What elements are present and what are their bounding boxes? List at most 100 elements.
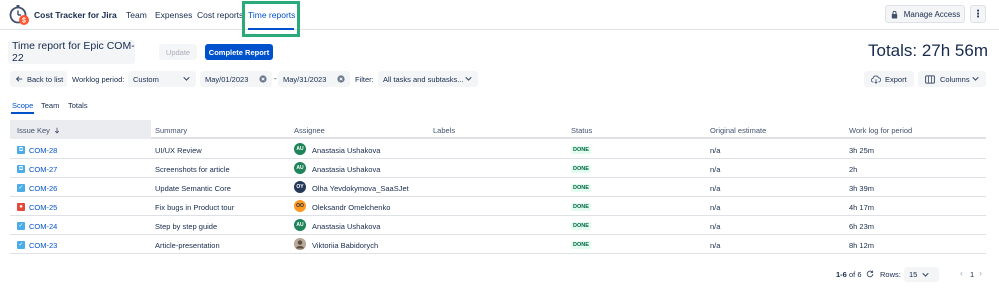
manage-access-button[interactable]: Manage Access: [885, 5, 965, 23]
period-select[interactable]: Custom: [128, 71, 196, 87]
summary-cell: Update Semantic Core: [155, 184, 231, 193]
tab-totals[interactable]: Totals: [68, 101, 88, 110]
complete-report-button[interactable]: Complete Report: [205, 44, 273, 60]
current-page[interactable]: 1: [970, 270, 974, 279]
refresh-icon[interactable]: [866, 270, 874, 278]
assignee-name: Oleksandr Omelchenko: [312, 203, 391, 212]
assignee-name: Anastasia Ushakova: [312, 146, 381, 155]
table-row: ✓ COM-26 Update Semantic Core OY Olha Ye…: [10, 178, 986, 197]
rows-per-page-value: 15: [909, 270, 918, 279]
filter-select[interactable]: All tasks and subtasks...: [378, 71, 478, 87]
top-navigation: $ Cost Tracker for Jira Team Expenses Co…: [0, 0, 999, 37]
issue-key-link[interactable]: COM-23: [29, 241, 57, 250]
chevron-down-icon: [183, 76, 190, 81]
summary-cell: Step by step guide: [155, 222, 218, 231]
table-bottom-divider: [10, 253, 986, 254]
issue-key-link[interactable]: COM-25: [29, 203, 57, 212]
original-estimate-cell: n/a: [710, 146, 721, 155]
original-estimate-cell: n/a: [710, 241, 721, 250]
page-title: Time report for Epic COM-22: [8, 40, 135, 64]
table-row: ● COM-25 Fix bugs in Product tour OO Ole…: [10, 197, 986, 216]
table-row: ⧉ COM-28 UI/UX Review AU Anastasia Ushak…: [10, 140, 986, 159]
task-icon: ✓: [17, 184, 25, 192]
previous-page-button[interactable]: ‹: [960, 268, 963, 278]
issue-key-link[interactable]: COM-26: [29, 184, 57, 193]
issue-key-link[interactable]: COM-28: [29, 146, 57, 155]
column-title: Issue Key: [17, 126, 50, 135]
columns-icon: [925, 74, 935, 84]
table-header: Issue Key Summary Assignee Labels Status…: [10, 120, 986, 139]
worklog-period-label: Worklog period:: [72, 75, 125, 84]
column-header-status[interactable]: Status: [571, 126, 592, 135]
tab-team[interactable]: Team: [41, 101, 59, 110]
svg-text:$: $: [22, 18, 26, 25]
column-header-labels[interactable]: Labels: [433, 126, 455, 135]
highlight-frame: [242, 1, 300, 37]
lock-icon: [891, 10, 897, 19]
column-header-issue-key[interactable]: Issue Key: [17, 126, 60, 135]
nav-link-expenses[interactable]: Expenses: [155, 10, 192, 20]
status-badge: DONE: [571, 222, 591, 230]
arrow-down-icon: [54, 127, 60, 134]
chevron-down-icon: [972, 76, 979, 81]
clear-icon[interactable]: [259, 75, 267, 83]
nav-link-team[interactable]: Team: [126, 10, 147, 20]
avatar: AU: [294, 162, 306, 174]
summary-cell: Screenshots for article: [155, 165, 230, 174]
assignee-name: Viktoriia Babidorych: [312, 241, 379, 250]
original-estimate-cell: n/a: [710, 184, 721, 193]
rows-per-page-select[interactable]: 15: [904, 267, 939, 282]
avatar: [294, 238, 306, 250]
rows-per-page-label: Rows:: [880, 270, 901, 279]
filter-label: Filter:: [355, 75, 374, 84]
arrow-left-icon: [15, 76, 23, 82]
issue-key-link[interactable]: COM-27: [29, 165, 57, 174]
pagination-range: 1-6: [836, 270, 847, 279]
status-badge: DONE: [571, 165, 591, 173]
original-estimate-cell: n/a: [710, 165, 721, 174]
export-button[interactable]: Export: [864, 71, 914, 87]
back-to-list-button[interactable]: Back to list: [10, 71, 67, 87]
task-icon: ✓: [17, 222, 25, 230]
clear-icon[interactable]: [337, 75, 345, 83]
column-header-summary[interactable]: Summary: [155, 126, 187, 135]
nav-link-cost-reports[interactable]: Cost reports: [197, 10, 243, 20]
export-label: Export: [885, 74, 907, 84]
pagination-total: of 6: [849, 270, 862, 279]
work-log-cell: 3h 39m: [849, 184, 875, 193]
cloud-download-icon: [871, 75, 881, 84]
avatar: AU: [294, 143, 306, 155]
date-from-input[interactable]: May/01/2023: [200, 71, 272, 87]
user-photo-icon: [294, 238, 306, 250]
active-tab-indicator: [11, 112, 34, 114]
assignee-name: Olha Yevdokymova_SaaSJet: [312, 184, 409, 193]
column-header-original-estimate[interactable]: Original estimate: [710, 126, 766, 135]
issue-key-link[interactable]: COM-24: [29, 222, 57, 231]
avatar: OY: [294, 181, 306, 193]
update-button[interactable]: Update: [159, 44, 197, 60]
more-options-button[interactable]: ⋮: [970, 5, 986, 23]
work-log-cell: 2h: [849, 165, 858, 174]
columns-button[interactable]: Columns: [918, 71, 986, 87]
tab-scope[interactable]: Scope: [12, 101, 33, 110]
avatar: AU: [294, 219, 306, 231]
status-badge: DONE: [571, 203, 591, 211]
status-badge: DONE: [571, 146, 591, 154]
period-value: Custom: [133, 74, 159, 84]
work-log-cell: 6h 23m: [849, 222, 875, 231]
work-log-cell: 4h 17m: [849, 203, 875, 212]
column-header-assignee[interactable]: Assignee: [294, 126, 325, 135]
app-name[interactable]: Cost Tracker for Jira: [34, 10, 117, 20]
bug-icon: ●: [17, 203, 25, 211]
filter-value: All tasks and subtasks...: [383, 74, 464, 84]
next-page-button[interactable]: ›: [979, 268, 982, 278]
column-header-work-log[interactable]: Work log for period: [849, 126, 912, 135]
chevron-down-icon: [922, 272, 930, 277]
work-log-cell: 3h 25m: [849, 146, 875, 155]
status-badge: DONE: [571, 184, 591, 192]
summary-cell: Fix bugs in Product tour: [155, 203, 235, 212]
date-separator: -: [274, 74, 277, 83]
date-to-input[interactable]: May/31/2023: [278, 71, 350, 87]
columns-label: Columns: [940, 74, 970, 84]
work-log-cell: 8h 12m: [849, 241, 875, 250]
